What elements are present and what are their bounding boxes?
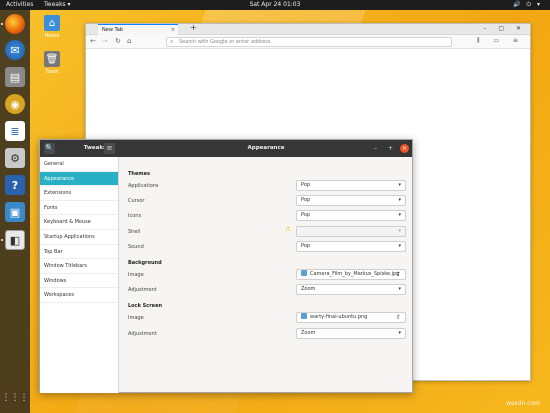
appearance-panel: Themes Applications Pop ▾ Cursor Pop ▾ I… xyxy=(128,157,408,393)
maximize-button[interactable]: + xyxy=(386,144,395,153)
running-indicator xyxy=(1,23,3,25)
warning-icon: ⚠ xyxy=(285,225,292,233)
software-icon[interactable]: ⚙ xyxy=(5,148,25,168)
tweaks-sidebar: General Appearance Extensions Fonts Keyb… xyxy=(40,157,119,393)
rhythmbox-icon[interactable]: ◉ xyxy=(5,94,25,114)
tweaks-icon[interactable]: ◧ xyxy=(5,230,25,250)
sidebar-item-windows[interactable]: Windows xyxy=(40,274,118,289)
home-folder-icon: ⌂ xyxy=(44,15,60,31)
row-label-lock-image: Image xyxy=(128,315,144,321)
top-bar: Activities Tweaks ▾ Sat Apr 24 01:03 🔊 ⏻… xyxy=(0,0,550,10)
chevron-down-icon: ▾ xyxy=(398,243,401,249)
dropdown-value: Pop xyxy=(301,197,311,203)
thunderbird-icon[interactable]: ✉ xyxy=(5,40,25,60)
minimize-button[interactable]: – xyxy=(371,144,380,153)
section-title-themes: Themes xyxy=(128,171,150,177)
shell-theme-dropdown: ▾ xyxy=(296,226,406,237)
forward-icon[interactable]: → xyxy=(102,37,108,45)
row-label-icons: Icons xyxy=(128,213,142,219)
files-icon[interactable]: ▤ xyxy=(5,67,25,87)
chevron-down-icon: ▾ xyxy=(398,182,401,188)
home-icon[interactable]: ⌂ xyxy=(127,37,131,45)
sidebar-item-window-titlebars[interactable]: Window Titlebars xyxy=(40,259,118,274)
screenshot-icon[interactable]: ▣ xyxy=(5,202,25,222)
close-button[interactable]: × xyxy=(400,144,409,153)
sidebar-item-workspaces[interactable]: Workspaces xyxy=(40,288,118,303)
sidebar-item-fonts[interactable]: Fonts xyxy=(40,201,118,216)
lock-screen-adjustment-dropdown[interactable]: Zoom ▾ xyxy=(296,328,406,339)
background-adjustment-dropdown[interactable]: Zoom ▾ xyxy=(296,284,406,295)
tweaks-window: 🔍 Tweaks ≡ Appearance – + × General Appe… xyxy=(39,139,413,393)
url-bar[interactable]: ⌕ Search with Google or enter address xyxy=(166,37,452,47)
tab-title: New Tab xyxy=(102,27,123,33)
chevron-down-icon: ▾ xyxy=(398,330,401,336)
icons-theme-dropdown[interactable]: Pop ▾ xyxy=(296,210,406,221)
browser-window-controls[interactable]: – ▢ ✕ xyxy=(483,24,526,34)
clock[interactable]: Sat Apr 24 01:03 xyxy=(0,0,550,10)
desktop-icon-label: Trash xyxy=(45,69,59,75)
panel-title: Appearance xyxy=(247,145,285,151)
dropdown-value: Pop xyxy=(301,243,311,249)
row-label-background-adjustment: Adjustment xyxy=(128,287,157,293)
desktop-icon-label: Home xyxy=(44,33,60,39)
file-name: Camera_Film_by_Markus_Spiske.jpg xyxy=(310,271,400,277)
sidebar-item-general[interactable]: General xyxy=(40,157,118,172)
chevron-down-icon: ▾ xyxy=(398,212,401,218)
browser-tab[interactable]: New Tab × xyxy=(98,24,178,35)
chevron-down-icon: ▾ xyxy=(398,197,401,203)
row-label-shell: Shell xyxy=(128,229,141,235)
search-icon[interactable]: 🔍 xyxy=(44,143,55,154)
sidebar-item-top-bar[interactable]: Top Bar xyxy=(40,245,118,260)
dropdown-value: Zoom xyxy=(301,286,316,292)
row-label-background-image: Image xyxy=(128,272,144,278)
tab-bar: New Tab × + – ▢ ✕ xyxy=(86,23,530,35)
libreoffice-writer-icon[interactable]: ≣ xyxy=(5,121,25,141)
new-tab-button[interactable]: + xyxy=(190,23,197,32)
toolbar-icons[interactable]: ⫼ ▭ ≡ xyxy=(477,37,524,45)
chevron-down-icon: ▾ xyxy=(398,228,401,234)
row-label-sound: Sound xyxy=(128,244,144,250)
chevron-down-icon: ▾ xyxy=(398,286,401,292)
menu-icon[interactable]: ≡ xyxy=(104,143,115,154)
applications-theme-dropdown[interactable]: Pop ▾ xyxy=(296,180,406,191)
row-label-applications: Applications xyxy=(128,183,159,189)
system-tray[interactable]: 🔊 ⏻ ▾ xyxy=(513,0,542,10)
file-name: warty-final-ubuntu.png xyxy=(310,314,368,320)
sidebar-item-startup-applications[interactable]: Startup Applications xyxy=(40,230,118,245)
section-title-lock-screen: Lock Screen xyxy=(128,303,163,309)
firefox-icon[interactable] xyxy=(5,14,25,34)
sidebar-item-appearance[interactable]: Appearance xyxy=(40,171,118,187)
trash-icon: 🗑 xyxy=(44,51,60,67)
tab-close-icon[interactable]: × xyxy=(171,25,175,35)
running-indicator xyxy=(1,239,3,241)
tweaks-headerbar: 🔍 Tweaks ≡ Appearance – + × xyxy=(40,140,412,157)
help-icon[interactable]: ? xyxy=(5,175,25,195)
watermark: wsxdn.com xyxy=(506,400,540,407)
desktop-icon-trash[interactable]: 🗑 Trash xyxy=(38,51,66,75)
cursor-theme-dropdown[interactable]: Pop ▾ xyxy=(296,195,406,206)
desktop-icon-home[interactable]: ⌂ Home xyxy=(38,15,66,39)
image-file-icon xyxy=(301,270,307,276)
nav-bar: ← → ↻ ⌂ ⌕ Search with Google or enter ad… xyxy=(86,35,530,49)
sidebar-item-extensions[interactable]: Extensions xyxy=(40,186,118,201)
section-title-background: Background xyxy=(128,260,162,266)
dropdown-value: Zoom xyxy=(301,330,316,336)
dropdown-value: Pop xyxy=(301,212,311,218)
reload-icon[interactable]: ↻ xyxy=(115,37,121,45)
row-label-cursor: Cursor xyxy=(128,198,145,204)
search-icon: ⌕ xyxy=(170,38,174,45)
row-label-lock-adjustment: Adjustment xyxy=(128,331,157,337)
upload-icon: ⇧ xyxy=(395,271,401,278)
dock: ✉ ▤ ◉ ≣ ⚙ ? ▣ ◧ ⋮⋮⋮ xyxy=(0,10,30,413)
sidebar-item-keyboard-mouse[interactable]: Keyboard & Mouse xyxy=(40,215,118,230)
dropdown-value: Pop xyxy=(301,182,311,188)
url-placeholder: Search with Google or enter address xyxy=(179,39,271,45)
back-icon[interactable]: ← xyxy=(90,37,96,45)
background-image-chooser[interactable]: Camera_Film_by_Markus_Spiske.jpg ⇧ xyxy=(296,269,406,280)
lock-screen-image-chooser[interactable]: warty-final-ubuntu.png ⇧ xyxy=(296,312,406,323)
image-file-icon xyxy=(301,313,307,319)
sound-theme-dropdown[interactable]: Pop ▾ xyxy=(296,241,406,252)
upload-icon: ⇧ xyxy=(395,314,401,321)
show-applications-icon[interactable]: ⋮⋮⋮ xyxy=(2,388,29,408)
